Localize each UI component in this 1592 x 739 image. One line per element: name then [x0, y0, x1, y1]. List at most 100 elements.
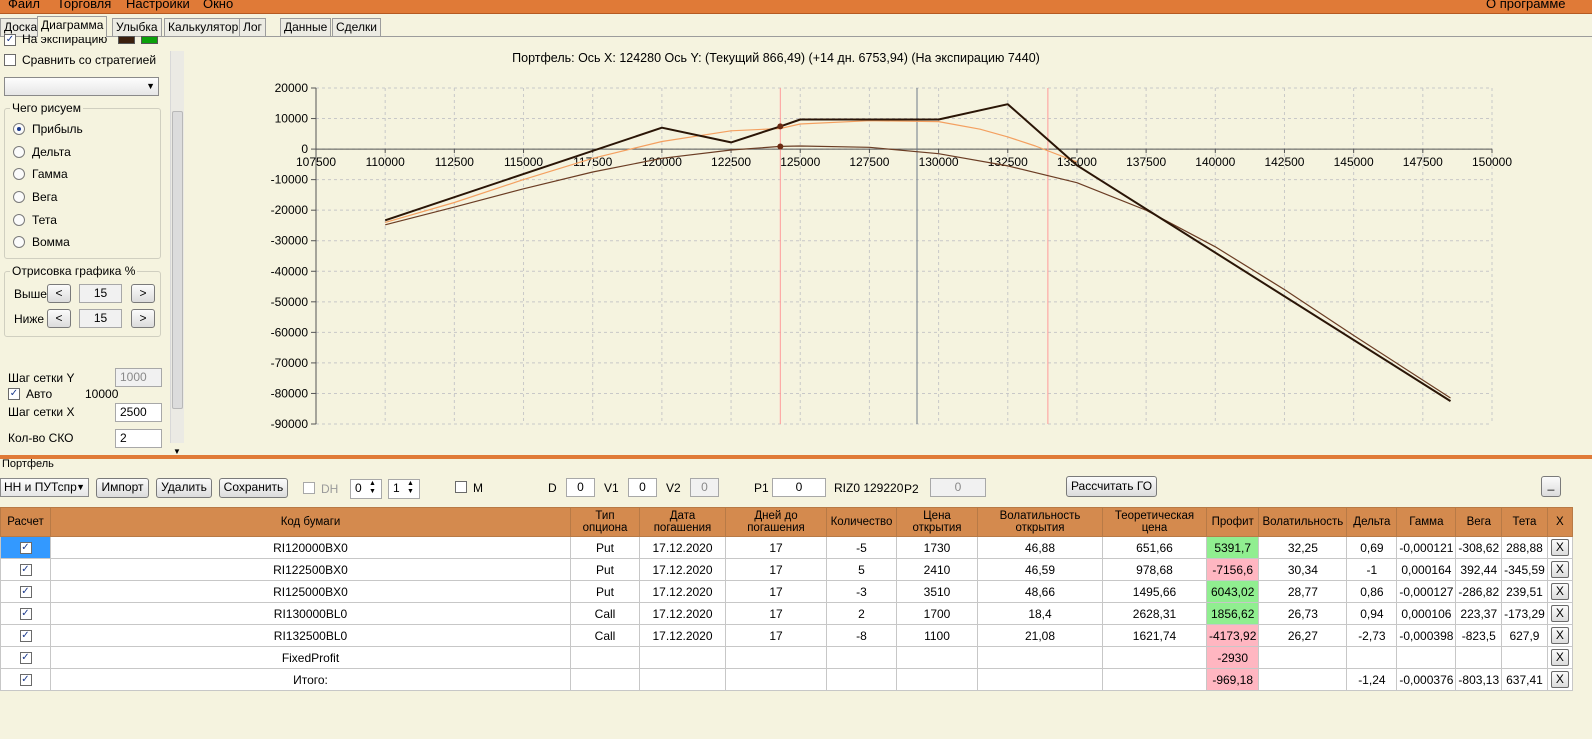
col-calc[interactable]: Расчет — [0, 507, 51, 537]
v1-input[interactable]: 0 — [628, 478, 657, 497]
col-vega[interactable]: Вега — [1455, 507, 1503, 537]
row-calc-checkbox[interactable]: ✓ — [19, 542, 32, 555]
col-date[interactable]: Дата погашения — [639, 507, 726, 537]
expiry-checkbox[interactable]: ✓ — [4, 34, 16, 46]
above-value[interactable]: 15 — [79, 284, 122, 303]
row-calc-checkbox[interactable]: ✓ — [19, 674, 32, 687]
profit-cell: -4173,92 — [1205, 624, 1260, 647]
grid-y-input[interactable]: 1000 — [115, 368, 162, 387]
below-value[interactable]: 15 — [79, 309, 122, 328]
col-vol[interactable]: Волатильность — [1258, 507, 1348, 537]
delta-cell: -1,24 — [1346, 668, 1398, 691]
radio-vomma[interactable] — [13, 236, 25, 248]
row-calc-checkbox[interactable]: ✓ — [19, 608, 32, 621]
table-row[interactable]: ✓ RI125000BX0 Put 17.12.2020 17 -3 3510 48,66 14… — [0, 580, 1573, 603]
col-profit[interactable]: Профит — [1205, 507, 1260, 537]
col-days[interactable]: Дней до погашения — [725, 507, 827, 537]
p1-input[interactable]: 0 — [772, 478, 826, 497]
v2-input[interactable]: 0 — [690, 478, 719, 497]
remove-row-button[interactable]: X — [1550, 671, 1569, 688]
strategy-select[interactable]: ▼ — [4, 77, 159, 96]
remove-row-button[interactable]: X — [1550, 539, 1569, 556]
left-panel-scrollbar[interactable]: ▼ — [170, 51, 184, 456]
col-gamma[interactable]: Гамма — [1396, 507, 1457, 537]
minimize-button[interactable]: _ — [1541, 476, 1561, 497]
spin2-input[interactable]: 1 — [388, 479, 420, 499]
dh-checkbox[interactable] — [303, 482, 315, 494]
compare-checkbox[interactable] — [4, 54, 16, 66]
row-calc-checkbox[interactable]: ✓ — [19, 630, 32, 643]
below-increase-button[interactable]: > — [131, 309, 155, 328]
auto-checkbox[interactable]: ✓ — [8, 388, 20, 400]
remove-row-button[interactable]: X — [1550, 627, 1569, 644]
col-theta[interactable]: Тета — [1501, 507, 1548, 537]
above-increase-button[interactable]: > — [131, 284, 155, 303]
calc-cell[interactable]: ✓ — [0, 646, 51, 669]
tab-calculator[interactable]: Калькулятор — [164, 18, 243, 36]
calc-cell[interactable]: ✓ — [0, 624, 51, 647]
table-row[interactable]: ✓ FixedProfit -2930 X — [0, 646, 1573, 669]
calc-go-button[interactable]: Рассчитать ГО — [1066, 476, 1157, 497]
sko-input[interactable]: 2 — [115, 429, 162, 448]
remove-row-button[interactable]: X — [1550, 649, 1569, 666]
calc-cell[interactable]: ✓ — [0, 536, 51, 559]
spin1-arrows-icon[interactable]: ▲ ▼ — [369, 480, 376, 496]
radio-theta[interactable] — [13, 214, 25, 226]
menu-settings[interactable]: Настройки — [126, 0, 190, 11]
col-delta[interactable]: Дельта — [1346, 507, 1398, 537]
remove-row-button[interactable]: X — [1550, 561, 1569, 578]
spin1-input[interactable]: 0 — [350, 479, 382, 499]
tab-log[interactable]: Лог — [239, 18, 266, 36]
row-calc-checkbox[interactable]: ✓ — [19, 652, 32, 665]
radio-vega[interactable] — [13, 191, 25, 203]
table-row[interactable]: ✓ RI120000BX0 Put 17.12.2020 17 -5 1730 46,88 65… — [0, 536, 1573, 559]
y-tick-label: -90000 — [271, 417, 309, 431]
col-type[interactable]: Тип опциона — [570, 507, 640, 537]
portfolio-select[interactable]: НН и ПУТспр ▼ — [0, 478, 89, 497]
calc-cell[interactable]: ✓ — [0, 558, 51, 581]
menu-file[interactable]: Файл — [8, 0, 40, 11]
tab-deals[interactable]: Сделки — [332, 18, 381, 36]
expiry-color-swatch-1[interactable] — [118, 36, 135, 44]
import-button[interactable]: Импорт — [96, 478, 149, 498]
radio-delta[interactable] — [13, 146, 25, 158]
calc-cell[interactable]: ✓ — [0, 668, 51, 691]
tab-data[interactable]: Данные — [280, 18, 332, 36]
tab-smile[interactable]: Улыбка — [112, 18, 162, 36]
col-code[interactable]: Код бумаги — [50, 507, 571, 537]
radio-gamma[interactable] — [13, 168, 25, 180]
save-button[interactable]: Сохранить — [219, 478, 288, 498]
menu-window[interactable]: Окно — [203, 0, 233, 11]
row-calc-checkbox[interactable]: ✓ — [19, 586, 32, 599]
table-row[interactable]: ✓ RI130000BL0 Call 17.12.2020 17 2 1700 18,4 262… — [0, 602, 1573, 625]
expiry-color-swatch-2[interactable] — [141, 36, 158, 44]
payoff-chart[interactable]: 20000 10000 0 -10000 -20000 -30000 -40000 -5000… — [186, 37, 1592, 455]
table-row[interactable]: ✓ RI122500BX0 Put 17.12.2020 17 5 2410 46,59 978… — [0, 558, 1573, 581]
m-checkbox[interactable] — [455, 481, 467, 493]
remove-row-button[interactable]: X — [1550, 605, 1569, 622]
below-decrease-button[interactable]: < — [47, 309, 71, 328]
scrollbar-thumb[interactable] — [172, 111, 183, 409]
col-vol-open[interactable]: Волатильность открытия — [977, 507, 1103, 537]
d-input[interactable]: 0 — [566, 478, 595, 497]
p2-input[interactable]: 0 — [930, 478, 986, 497]
col-theo[interactable]: Теоретическая цена — [1102, 507, 1207, 537]
above-decrease-button[interactable]: < — [47, 284, 71, 303]
grid-x-input[interactable]: 2500 — [115, 403, 162, 422]
col-price[interactable]: Цена открытия — [896, 507, 978, 537]
menu-about[interactable]: О программе — [1486, 0, 1566, 11]
calc-cell[interactable]: ✓ — [0, 580, 51, 603]
col-x[interactable]: X — [1546, 507, 1573, 537]
table-row[interactable]: ✓ RI132500BL0 Call 17.12.2020 17 -8 1100 21,08 1… — [0, 624, 1573, 647]
radio-profit[interactable] — [13, 123, 25, 135]
calc-cell[interactable]: ✓ — [0, 602, 51, 625]
panel-splitter[interactable] — [0, 455, 1592, 459]
remove-row-button[interactable]: X — [1550, 583, 1569, 600]
menu-trading[interactable]: Торговля — [57, 0, 111, 11]
delete-button[interactable]: Удалить — [156, 478, 212, 498]
spin2-arrows-icon[interactable]: ▲ ▼ — [407, 480, 414, 496]
tab-diagram[interactable]: Диаграмма — [37, 16, 108, 37]
row-calc-checkbox[interactable]: ✓ — [19, 564, 32, 577]
table-row[interactable]: ✓ Итого: -969,18 -1,24 -0,000376 -803,13 637,4… — [0, 668, 1573, 691]
col-qty[interactable]: Количество — [826, 507, 897, 537]
